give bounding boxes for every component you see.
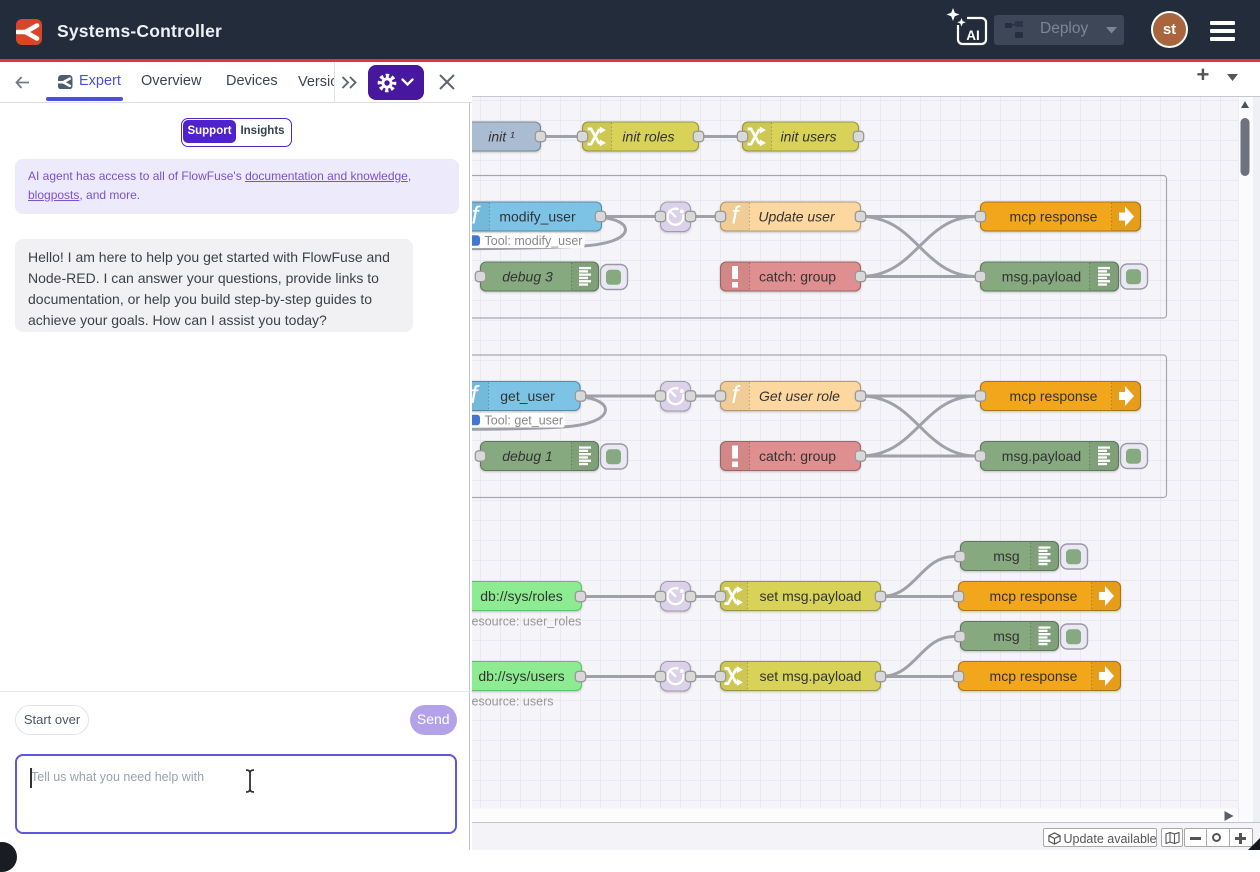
svg-text:AI: AI [966,28,980,43]
svg-text:msg.payload: msg.payload [1001,268,1080,284]
svg-text:mcp response: mcp response [989,667,1077,683]
svg-text:catch: group: catch: group [758,447,835,463]
svg-text:msg: msg [993,547,1019,563]
svg-text:mcp response: mcp response [1009,387,1097,403]
svg-text:init users: init users [780,128,836,144]
svg-text:init roles: init roles [622,128,674,144]
svg-text:db://sys/roles: db://sys/roles [480,587,562,603]
svg-text:init ¹: init ¹ [488,128,515,144]
svg-text:set msg.payload: set msg.payload [759,667,861,683]
svg-text:get_user: get_user [500,387,555,403]
svg-text:mcp response: mcp response [989,587,1077,603]
svg-text:debug 3: debug 3 [502,268,553,284]
svg-text:esource: users: esource: users [472,694,553,708]
svg-text:db://sys/users: db://sys/users [478,667,564,683]
svg-text:mcp response: mcp response [1009,208,1097,224]
svg-text:catch: group: catch: group [758,268,835,284]
svg-text:esource: user_roles: esource: user_roles [472,614,581,628]
svg-text:msg.payload: msg.payload [1001,447,1080,463]
svg-text:debug 1: debug 1 [502,447,553,463]
svg-text:Tool: get_user: Tool: get_user [484,413,563,427]
svg-text:set msg.payload: set msg.payload [759,587,861,603]
svg-text:modify_user: modify_user [499,208,576,224]
svg-text:Update user: Update user [758,208,836,224]
svg-text:Get user role: Get user role [759,387,840,403]
svg-text:Tool: modify_user: Tool: modify_user [484,234,582,248]
svg-text:msg: msg [993,627,1019,643]
